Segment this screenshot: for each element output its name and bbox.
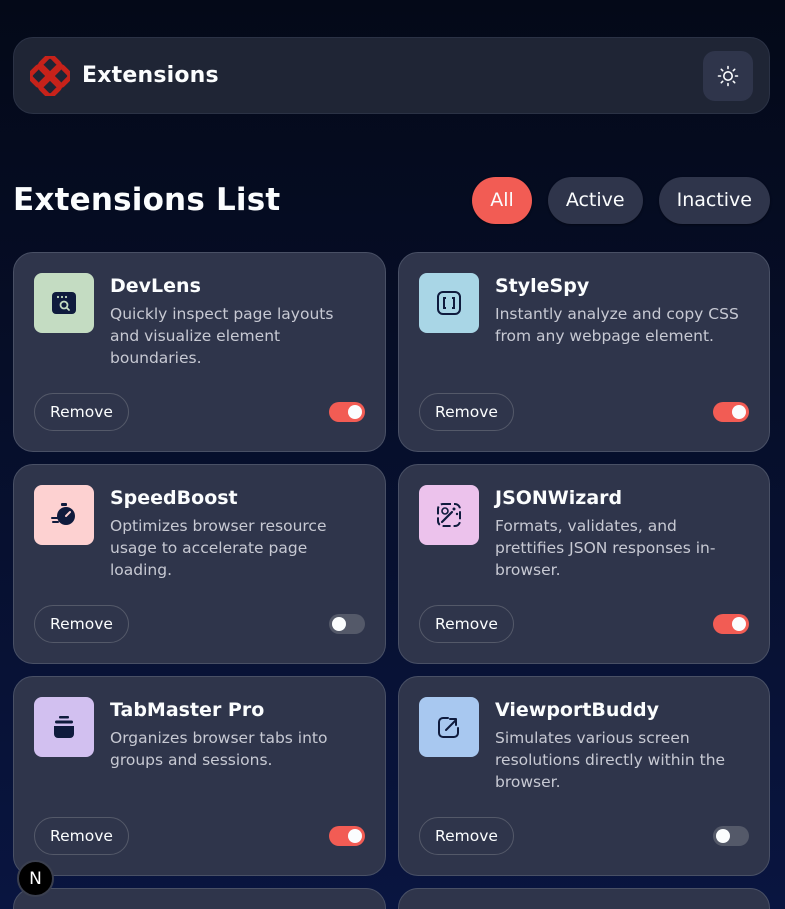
enable-toggle[interactable]	[329, 614, 365, 634]
filter-all-button[interactable]: All	[472, 176, 532, 224]
toggle-knob	[732, 617, 746, 631]
extension-description: Organizes browser tabs into groups and s…	[110, 729, 328, 769]
filter-inactive-button[interactable]: Inactive	[658, 176, 770, 224]
logo: Extensions	[30, 55, 219, 96]
theme-toggle-button[interactable]	[703, 50, 753, 101]
tabmaster-icon	[34, 697, 94, 757]
remove-button[interactable]: Remove	[419, 393, 514, 431]
extension-description: Instantly analyze and copy CSS from any …	[495, 305, 739, 345]
toggle-knob	[348, 405, 362, 419]
toggle-knob	[716, 829, 730, 843]
page-title: Extensions List	[13, 182, 281, 218]
extension-name: TabMaster Pro	[110, 699, 265, 721]
extension-card: DevLens Quickly inspect page layouts and…	[13, 252, 386, 452]
jsonwizard-icon	[419, 485, 479, 545]
stylespy-icon	[419, 273, 479, 333]
remove-button[interactable]: Remove	[34, 817, 129, 855]
extension-card	[398, 888, 770, 909]
extension-card: ViewportBuddy Simulates various screen r…	[398, 676, 770, 876]
sun-icon	[717, 65, 739, 86]
extension-card: StyleSpy Instantly analyze and copy CSS …	[398, 252, 770, 452]
remove-button[interactable]: Remove	[34, 605, 129, 643]
extension-description: Simulates various screen resolutions dir…	[495, 729, 726, 791]
extension-description: Quickly inspect page layouts and visuali…	[110, 305, 334, 367]
app-title: Extensions	[82, 63, 219, 88]
enable-toggle[interactable]	[329, 826, 365, 846]
extension-name: JSONWizard	[495, 487, 623, 509]
remove-button[interactable]: Remove	[419, 817, 514, 855]
remove-button[interactable]: Remove	[419, 605, 514, 643]
extension-description: Formats, validates, and prettifies JSON …	[495, 517, 716, 579]
extension-card: JSONWizard Formats, validates, and prett…	[398, 464, 770, 664]
extension-name: SpeedBoost	[110, 487, 238, 509]
enable-toggle[interactable]	[713, 826, 749, 846]
list-header: Extensions List All Active Inactive	[13, 176, 770, 224]
filter-group: All Active Inactive	[472, 176, 770, 224]
extensions-grid: DevLens Quickly inspect page layouts and…	[13, 252, 770, 909]
devlens-icon	[34, 273, 94, 333]
toggle-knob	[348, 829, 362, 843]
page: Extensions Extensions List All Active In…	[0, 0, 785, 909]
extension-name: StyleSpy	[495, 275, 590, 297]
logo-icon	[30, 55, 70, 96]
toggle-knob	[732, 405, 746, 419]
extension-card: SpeedBoost Optimizes browser resource us…	[13, 464, 386, 664]
extension-card	[13, 888, 386, 909]
extension-name: ViewportBuddy	[495, 699, 660, 721]
viewportbuddy-icon	[419, 697, 479, 757]
extension-name: DevLens	[110, 275, 201, 297]
filter-active-button[interactable]: Active	[547, 176, 643, 224]
toggle-knob	[332, 617, 346, 631]
remove-button[interactable]: Remove	[34, 393, 129, 431]
enable-toggle[interactable]	[713, 614, 749, 634]
app-header: Extensions	[13, 37, 770, 114]
dev-tools-badge[interactable]: N	[17, 860, 54, 897]
enable-toggle[interactable]	[329, 402, 365, 422]
extension-card: TabMaster Pro Organizes browser tabs int…	[13, 676, 386, 876]
enable-toggle[interactable]	[713, 402, 749, 422]
extension-description: Optimizes browser resource usage to acce…	[110, 517, 327, 579]
speedboost-icon	[34, 485, 94, 545]
